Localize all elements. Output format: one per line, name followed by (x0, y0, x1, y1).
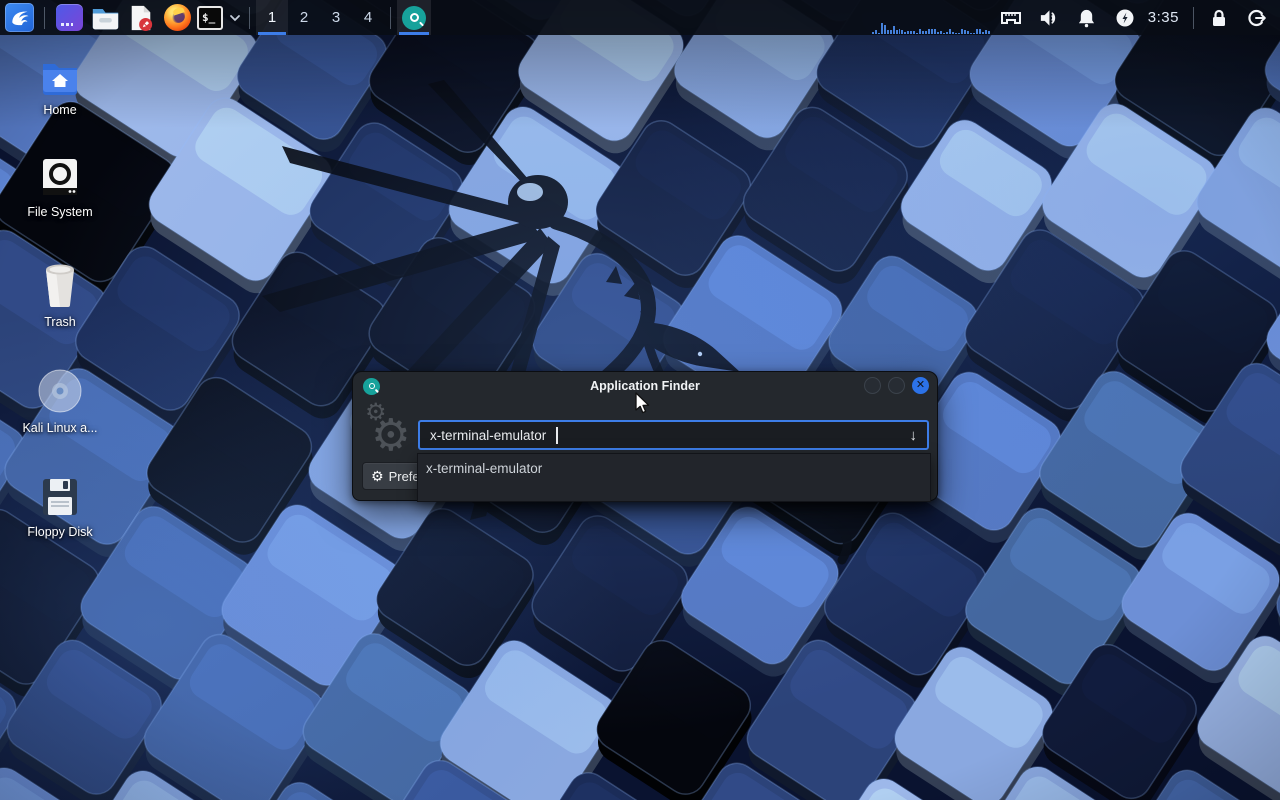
notifications-tray-button[interactable] (1068, 0, 1106, 35)
desktop-icon-kali-cd[interactable]: Kali Linux a... (8, 368, 112, 435)
power-battery-icon (1115, 8, 1135, 28)
appfinder-panel-button[interactable] (397, 0, 431, 35)
desktop-icon-label: Trash (44, 315, 76, 329)
application-finder-window: Application Finder ✕ ⚙ ⚙ x-terminal-emul… (352, 371, 938, 501)
workspace-4[interactable]: 4 (352, 0, 384, 35)
terminal-icon: $_ (197, 6, 223, 30)
text-caret (556, 427, 558, 444)
network-tray-button[interactable] (992, 0, 1030, 35)
volume-tray-button[interactable] (1030, 0, 1068, 35)
appfinder-icon (402, 6, 426, 30)
desktop-icon-label: Home (43, 103, 76, 117)
desktop-icon-file-system[interactable]: File System (8, 156, 112, 219)
desktop-icon-label: File System (27, 205, 92, 219)
log-out-button[interactable] (1238, 0, 1276, 35)
desktop-icon-trash[interactable]: Trash (8, 262, 112, 329)
volume-icon (1038, 8, 1059, 28)
home-folder-icon (39, 58, 81, 96)
launcher-terminal-emulator[interactable]: $_ (195, 0, 225, 35)
text-editor-icon (128, 4, 154, 32)
launcher-file-manager[interactable] (87, 0, 123, 35)
trash-can-icon (40, 262, 80, 308)
firefox-icon (164, 4, 191, 31)
terminal-purple-icon (56, 4, 83, 31)
workspace-2[interactable]: 2 (288, 0, 320, 35)
panel-separator (1193, 7, 1194, 29)
maximize-button[interactable] (888, 377, 905, 394)
titlebar[interactable]: Application Finder ✕ (353, 372, 937, 400)
desktop-root: Home File System Trash Kali Linux a... (0, 0, 1280, 800)
applications-menu-button[interactable] (0, 0, 38, 35)
file-manager-icon (91, 5, 120, 31)
minimize-button[interactable] (864, 377, 881, 394)
search-results-popup: x-terminal-emulator (417, 453, 931, 502)
search-input-value: x-terminal-emulator (430, 428, 546, 443)
launcher-text-editor[interactable] (123, 0, 159, 35)
preferences-gear-icon: ⚙ (371, 468, 384, 485)
launcher-firefox[interactable] (159, 0, 195, 35)
launcher-dropdown-toggle[interactable] (225, 0, 243, 35)
workspace-pager: 1 2 3 4 (256, 0, 384, 35)
desktop-icon-home[interactable]: Home (8, 58, 112, 117)
desktop-icon-label: Kali Linux a... (22, 421, 97, 435)
workspace-1[interactable]: 1 (256, 0, 288, 35)
lock-icon (1210, 8, 1228, 28)
panel-separator (44, 7, 45, 29)
cdrom-disc-icon (37, 368, 83, 414)
chevron-down-icon (227, 10, 243, 26)
logout-icon (1247, 8, 1267, 28)
window-appfinder-icon (363, 378, 380, 395)
lock-screen-button[interactable] (1200, 0, 1238, 35)
hard-drive-icon (39, 156, 81, 198)
top-panel: $_ 1 2 3 4 (0, 0, 1280, 35)
search-result-item[interactable]: x-terminal-emulator (418, 454, 930, 483)
close-button[interactable]: ✕ (912, 377, 929, 394)
window-title: Application Finder (353, 379, 937, 393)
desktop-icon-label: Floppy Disk (27, 525, 92, 539)
kali-dragon-logo-icon (5, 3, 34, 32)
workspace-3[interactable]: 3 (320, 0, 352, 35)
launcher-terminal-purple[interactable] (51, 0, 87, 35)
power-manager-tray-button[interactable] (1106, 0, 1144, 35)
panel-clock[interactable]: 3:35 (1144, 9, 1187, 26)
desktop-icon-floppy[interactable]: Floppy Disk (8, 476, 112, 539)
floppy-disk-icon (39, 476, 81, 518)
bell-icon (1077, 8, 1096, 28)
panel-separator (249, 7, 250, 29)
dropdown-arrow-icon[interactable]: ↓ (910, 427, 918, 444)
application-gears-icon: ⚙ ⚙ (361, 398, 413, 456)
cpu-graph[interactable] (870, 0, 992, 35)
network-icon (1000, 9, 1022, 27)
panel-separator (390, 7, 391, 29)
search-input[interactable]: x-terminal-emulator ↓ (418, 420, 929, 450)
